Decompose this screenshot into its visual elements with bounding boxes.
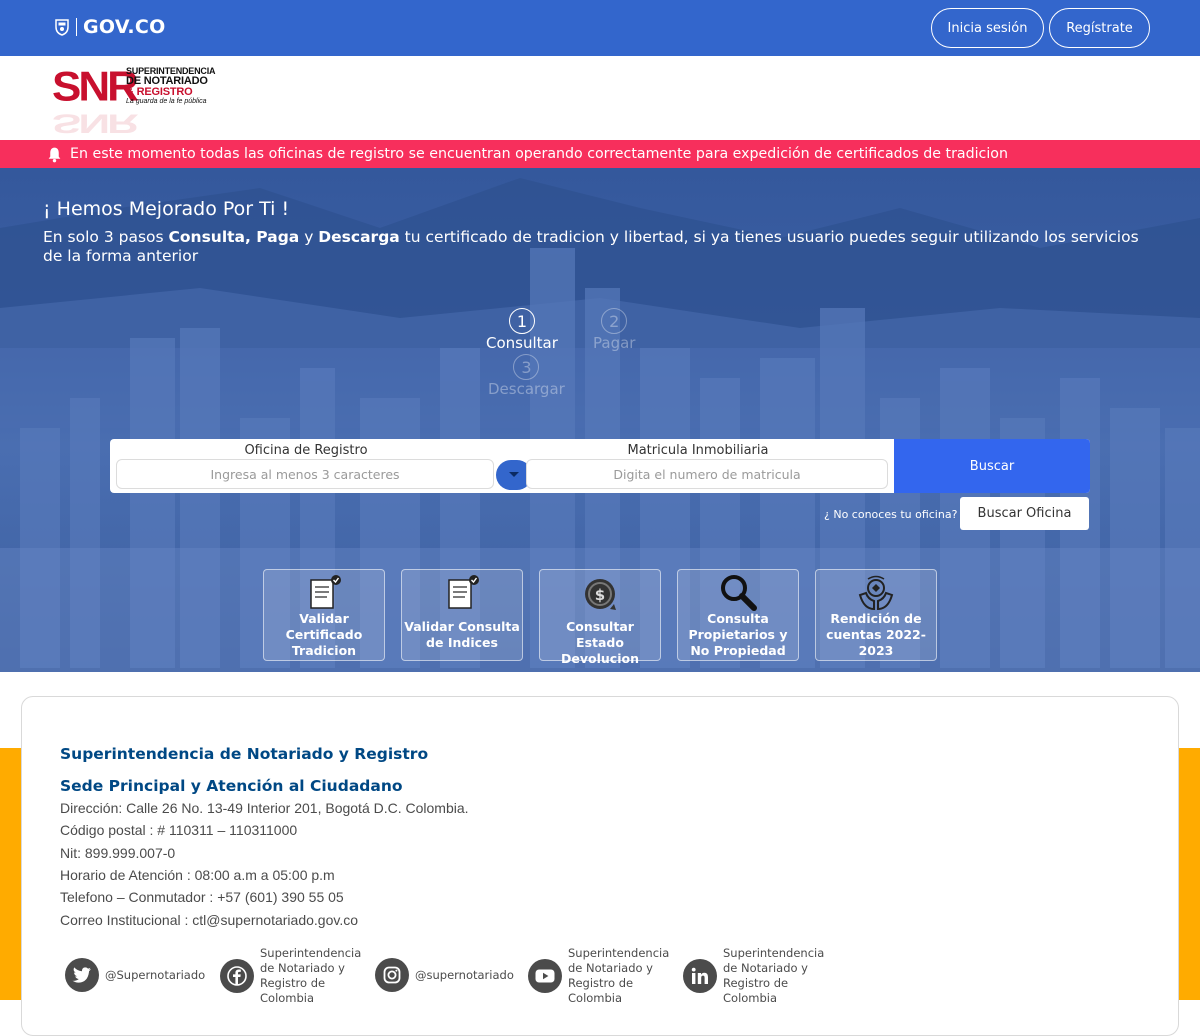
card-label: Consultar Estado Devolucion	[561, 619, 639, 666]
footer-postal-code: Código postal : # 110311 – 110311000	[60, 822, 298, 838]
hero-title: ¡ Hemos Mejorado Por Ti !	[43, 198, 290, 220]
snr-logo-line3: & REGISTRO	[126, 86, 193, 98]
step-label: Pagar	[593, 334, 636, 352]
register-button[interactable]: Regístrate	[1049, 8, 1150, 48]
snr-logo-letters: SNR	[52, 63, 139, 110]
status-alert: En este momento todas las oficinas de re…	[0, 140, 1200, 168]
linkedin-page-name: Superintendencia de Notariado y Registro…	[723, 946, 825, 1005]
snr-logo[interactable]: SNR SNR SUPERINTENDENCIA DE NOTARIADO & …	[52, 64, 232, 138]
card-label: Rendición de cuentas 2022-2023	[826, 611, 926, 658]
footer-phone: Telefono – Conmutador : +57 (601) 390 55…	[60, 889, 344, 905]
footer-hours: Horario de Atención : 08:00 a.m a 05:00 …	[60, 867, 335, 883]
footer-subtitle: Sede Principal y Atención al Ciudadano	[60, 777, 403, 795]
twitter-handle: @Supernotariado	[105, 967, 206, 982]
hero-subtitle: En solo 3 pasos Consulta, Paga y Descarg…	[43, 228, 1139, 265]
unknown-office-text: ¿ No conoces tu oficina?	[824, 508, 958, 521]
instagram-icon	[375, 958, 409, 992]
facebook-icon	[220, 959, 254, 993]
step-number: 3	[513, 354, 540, 380]
bell-icon	[48, 147, 61, 162]
office-label: Oficina de Registro	[244, 443, 368, 458]
matricula-label: Matricula Inmobiliaria	[627, 443, 769, 458]
matricula-input[interactable]: Digita el numero de matricula	[526, 459, 888, 489]
social-twitter[interactable]: @Supernotariado	[65, 958, 205, 992]
step-pagar: 2 Pagar	[593, 308, 635, 352]
social-linkedin[interactable]: Superintendencia de Notariado y Registro…	[683, 946, 835, 1006]
colombia-shield-icon	[55, 19, 69, 36]
certificate-check-icon	[264, 572, 384, 614]
card-validar-indices[interactable]: Validar Consulta de Indices	[401, 569, 523, 661]
gov-co-logo[interactable]: GOV.CO	[54, 16, 166, 38]
step-descargar: 3 Descargar	[488, 354, 565, 398]
youtube-channel-name: Superintendencia de Notariado y Registro…	[568, 946, 670, 1005]
find-office-button[interactable]: Buscar Oficina	[960, 497, 1089, 530]
card-rendicion-cuentas[interactable]: Rendición de cuentas 2022-2023	[815, 569, 937, 661]
card-label: Consulta Propietarios y No Propiedad	[688, 611, 788, 658]
gov-top-bar: GOV.CO Inicia sesión Regístrate	[0, 0, 1200, 56]
alert-text: En este momento todas las oficinas de re…	[70, 146, 1008, 162]
chevron-down-icon	[509, 472, 519, 477]
card-validar-certificado[interactable]: Validar Certificado Tradicion	[263, 569, 385, 661]
svg-text:$: $	[595, 586, 605, 604]
search-form: Oficina de Registro Ingresa al menos 3 c…	[110, 439, 1090, 493]
card-estado-devolucion[interactable]: $ Consultar Estado Devolucion	[539, 569, 661, 666]
footer-nit: Nit: 899.999.007-0	[60, 845, 176, 861]
card-label: Validar Certificado Tradicion	[285, 611, 363, 658]
youtube-icon	[528, 959, 562, 993]
card-consulta-propietarios[interactable]: Consulta Propietarios y No Propiedad	[677, 569, 799, 661]
social-facebook[interactable]: Superintendencia de Notariado y Registro…	[220, 946, 372, 1006]
footer-address: Dirección: Calle 26 No. 13-49 Interior 2…	[60, 800, 469, 816]
instagram-handle: @supernotariado	[415, 967, 514, 982]
certificate-check-icon	[402, 572, 522, 614]
step-label: Consultar	[486, 334, 558, 352]
search-button[interactable]: Buscar	[894, 439, 1090, 493]
snr-logo-reflection: SNR	[52, 108, 136, 138]
footer-title: Superintendencia de Notariado y Registro	[60, 745, 429, 763]
card-label: Validar Consulta de Indices	[404, 619, 520, 650]
step-consultar: 1 Consultar	[486, 308, 558, 352]
step-number: 2	[601, 308, 628, 334]
social-instagram[interactable]: @supernotariado	[375, 958, 514, 992]
facebook-page-name: Superintendencia de Notariado y Registro…	[260, 946, 362, 1005]
twitter-icon	[65, 958, 99, 992]
linkedin-icon	[683, 959, 717, 993]
login-button[interactable]: Inicia sesión	[931, 8, 1044, 48]
snr-header: SNR SNR SUPERINTENDENCIA DE NOTARIADO & …	[0, 56, 1200, 140]
hero-section: ¡ Hemos Mejorado Por Ti ! En solo 3 paso…	[0, 168, 1200, 672]
social-youtube[interactable]: Superintendencia de Notariado y Registro…	[528, 946, 680, 1006]
snr-logo-tagline: La guarda de la fe pública	[126, 98, 207, 105]
money-refund-icon: $	[540, 572, 660, 614]
footer-email[interactable]: Correo Institucional : ctl@supernotariad…	[60, 912, 358, 928]
hands-accountability-icon	[816, 572, 936, 614]
magnifier-icon	[678, 572, 798, 614]
step-number: 1	[508, 308, 535, 334]
gov-co-text: GOV.CO	[83, 16, 166, 38]
step-label: Descargar	[488, 380, 565, 398]
office-input[interactable]: Ingresa al menos 3 caracteres	[116, 459, 494, 489]
